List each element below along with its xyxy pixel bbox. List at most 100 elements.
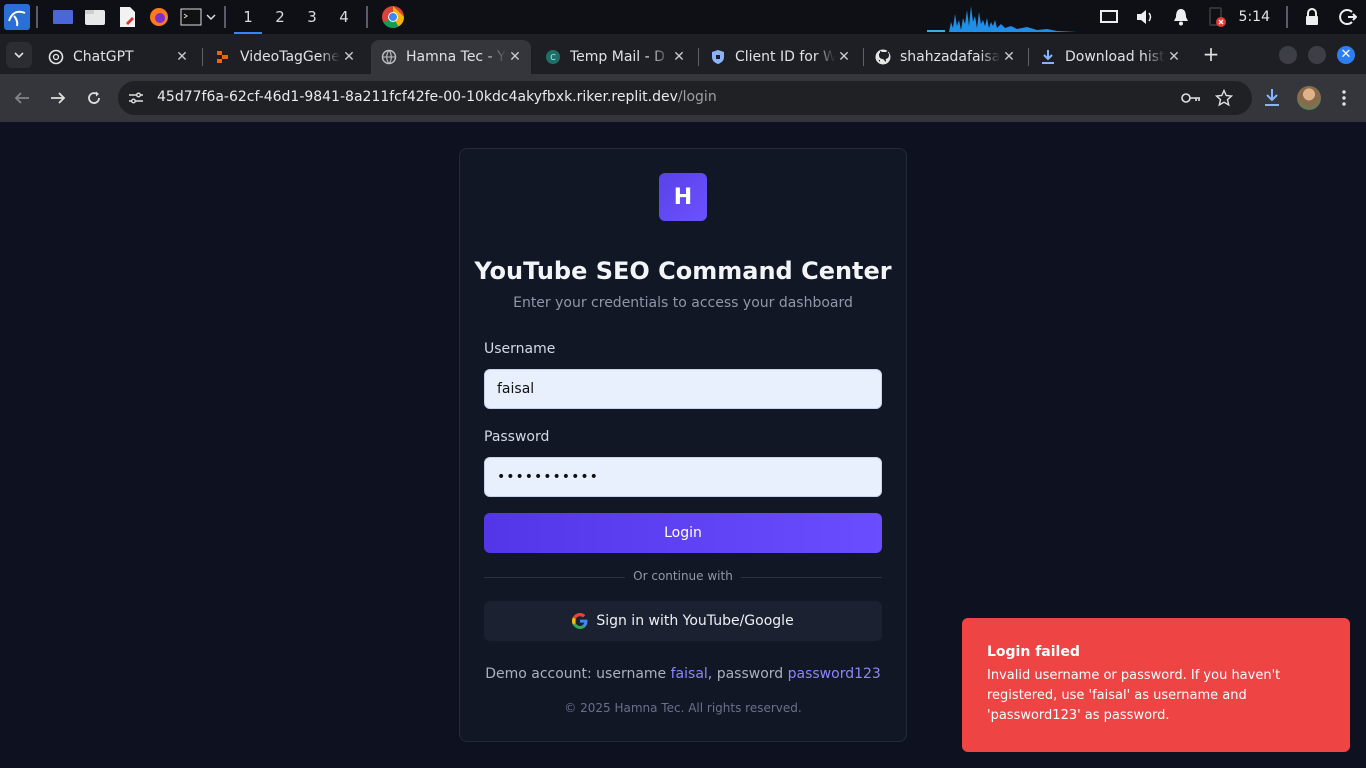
browser-toolbar: 45d77f6a-62cf-46d1-9841-8a211fcf42fe-00-… [0, 74, 1366, 122]
taskbar-separator [366, 6, 368, 28]
tab-close-icon[interactable]: ✕ [507, 49, 523, 65]
network-graph [926, 0, 1077, 34]
reload-icon[interactable] [82, 86, 106, 110]
demo-username: faisal [670, 666, 708, 682]
tab-close-icon[interactable]: ✕ [174, 49, 190, 65]
chevron-down-icon[interactable] [204, 4, 218, 30]
tab-close-icon[interactable]: ✕ [1001, 49, 1017, 65]
google-signin-button[interactable]: Sign in with YouTube/Google [484, 601, 882, 641]
url-host: 45d77f6a-62cf-46d1-9841-8a211fcf42fe-00-… [157, 89, 678, 105]
url-path: /login [677, 89, 717, 105]
tab-github[interactable]: shahzadafaisa ✕ [865, 40, 1025, 74]
page-content: H YouTube SEO Command Center Enter your … [0, 122, 1366, 768]
tab-chatgpt[interactable]: ChatGPT ✕ [38, 40, 198, 74]
notification-bell-icon[interactable] [1169, 5, 1193, 29]
address-bar[interactable]: 45d77f6a-62cf-46d1-9841-8a211fcf42fe-00-… [118, 81, 1252, 115]
or-divider: Or continue with [484, 569, 882, 585]
download-icon [1040, 49, 1056, 65]
battery-warning-icon[interactable] [1205, 5, 1229, 29]
copyright: © 2025 Hamna Tec. All rights reserved. [564, 701, 802, 715]
error-toast[interactable]: Login failed Invalid username or passwor… [962, 618, 1350, 752]
tab-title: Download hist [1065, 49, 1165, 65]
volume-icon[interactable] [1133, 5, 1157, 29]
password-field[interactable]: ••••••••••• [484, 457, 882, 497]
username-label: Username [484, 341, 556, 357]
tab-download-history[interactable]: Download hist ✕ [1030, 40, 1190, 74]
globe-icon [381, 49, 397, 65]
tab-close-icon[interactable]: ✕ [341, 49, 357, 65]
taskbar-separator [36, 6, 38, 28]
tab-title: VideoTagGene [240, 49, 340, 65]
workspace-2[interactable]: 2 [264, 0, 296, 34]
password-key-icon[interactable] [1181, 88, 1201, 108]
desktop-icon[interactable] [50, 4, 76, 30]
github-icon [875, 49, 891, 65]
os-taskbar: 1 2 3 4 5:14 [0, 0, 1366, 34]
chatgpt-icon [48, 49, 64, 65]
back-arrow-icon[interactable] [10, 86, 34, 110]
profile-avatar[interactable] [1297, 86, 1321, 110]
kali-menu-icon[interactable] [4, 4, 30, 30]
new-tab-button[interactable]: + [1200, 44, 1222, 66]
page-subtitle: Enter your credentials to access your da… [513, 295, 853, 311]
url-text[interactable]: 45d77f6a-62cf-46d1-9841-8a211fcf42fe-00-… [157, 89, 717, 105]
lock-icon[interactable] [1300, 5, 1324, 29]
tab-close-icon[interactable]: ✕ [1166, 49, 1182, 65]
more-menu-icon[interactable] [1332, 86, 1356, 110]
workspace-4[interactable]: 4 [328, 0, 360, 34]
terminal-icon[interactable] [178, 4, 204, 30]
shield-icon [710, 49, 726, 65]
maximize-window-button[interactable] [1308, 46, 1326, 64]
tab-separator [698, 48, 699, 66]
tab-videotaggene[interactable]: VideoTagGene ✕ [205, 40, 365, 74]
demo-account-hint: Demo account: username faisal, password … [460, 666, 906, 682]
toast-message: Invalid username or password. If you hav… [987, 668, 1281, 723]
workspace-3[interactable]: 3 [296, 0, 328, 34]
logout-icon[interactable] [1336, 5, 1360, 29]
google-button-label: Sign in with YouTube/Google [596, 613, 794, 629]
app-logo: H [659, 173, 707, 221]
tab-title: Hamna Tec - Y [406, 49, 506, 65]
browser-tab-strip: ChatGPT ✕ VideoTagGene ✕ Hamna Tec - Y ✕… [0, 34, 1366, 74]
tab-close-icon[interactable]: ✕ [836, 49, 852, 65]
tab-search-chevron-icon[interactable] [6, 42, 32, 68]
firefox-icon[interactable] [146, 4, 172, 30]
tab-title: shahzadafaisa [900, 49, 1000, 65]
page-title: YouTube SEO Command Center [474, 257, 892, 285]
clock[interactable]: 5:14 [1239, 9, 1270, 25]
password-label: Password [484, 429, 550, 445]
text-editor-icon[interactable] [114, 4, 140, 30]
close-window-button[interactable]: ✕ [1337, 46, 1355, 64]
tab-separator [1028, 48, 1029, 66]
tab-title: Client ID for W [735, 49, 835, 65]
tempmail-icon: C [545, 49, 561, 65]
screen-icon[interactable] [1097, 5, 1121, 29]
divider-text: Or continue with [625, 569, 741, 583]
toast-title: Login failed [987, 644, 1080, 660]
tab-close-icon[interactable]: ✕ [671, 49, 687, 65]
demo-prefix: Demo account: username [485, 666, 671, 682]
taskbar-separator [224, 6, 226, 28]
tab-separator [863, 48, 864, 66]
demo-password: password123 [787, 666, 881, 682]
bookmark-star-icon[interactable] [1214, 88, 1234, 108]
demo-middle: , password [707, 666, 788, 682]
system-tray: 5:14 [926, 0, 1366, 34]
login-button[interactable]: Login [484, 513, 882, 553]
site-settings-icon[interactable] [126, 88, 146, 108]
forward-arrow-icon[interactable] [46, 86, 70, 110]
minimize-window-button[interactable] [1279, 46, 1297, 64]
tab-temp-mail[interactable]: C Temp Mail - D ✕ [535, 40, 695, 74]
tab-client-id[interactable]: Client ID for W ✕ [700, 40, 860, 74]
workspace-1[interactable]: 1 [232, 0, 264, 34]
tab-hamna-tec[interactable]: Hamna Tec - Y ✕ [371, 40, 531, 74]
tab-title: Temp Mail - D [570, 49, 665, 65]
downloads-icon[interactable] [1260, 86, 1284, 110]
chrome-icon[interactable] [380, 4, 406, 30]
google-icon [572, 613, 588, 629]
svg-text:C: C [550, 53, 556, 62]
username-field[interactable]: faisal [484, 369, 882, 409]
file-manager-icon[interactable] [82, 4, 108, 30]
replit-icon [215, 49, 231, 65]
tab-separator [202, 48, 203, 66]
